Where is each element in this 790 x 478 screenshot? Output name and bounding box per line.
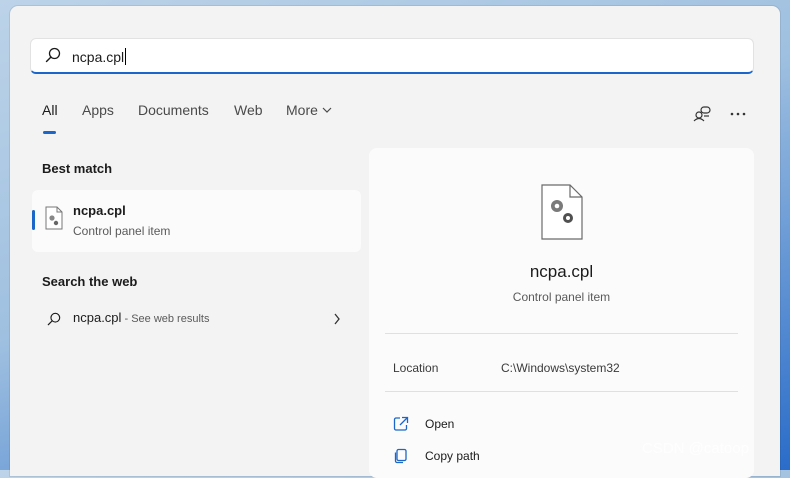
web-result-item[interactable]: ncpa.cpl - See web results (32, 299, 361, 339)
web-result-suffix: - See web results (121, 313, 210, 325)
selection-accent (32, 210, 35, 230)
start-search-panel: ncpa.cpl All Apps Documents Web More Bes… (10, 6, 780, 478)
search-icon (47, 312, 61, 326)
best-match-title: ncpa.cpl (73, 203, 126, 218)
chevron-down-icon (322, 107, 332, 113)
location-label: Location (393, 361, 439, 375)
text-caret (125, 48, 127, 65)
best-match-subtitle: Control panel item (73, 224, 171, 238)
search-input[interactable]: ncpa.cpl (72, 48, 127, 65)
filter-tabs: All Apps Documents Web More (10, 102, 780, 136)
active-tab-indicator (43, 131, 56, 134)
chevron-right-icon[interactable] (333, 312, 341, 326)
open-label: Open (425, 417, 455, 431)
watermark-text: CSDN @catoop (642, 440, 749, 457)
search-web-heading: Search the web (42, 274, 138, 289)
tab-all[interactable]: All (42, 102, 58, 118)
divider (385, 333, 738, 334)
control-panel-file-icon (45, 206, 63, 230)
control-panel-file-icon (541, 184, 583, 240)
divider (385, 391, 738, 392)
best-match-item[interactable]: ncpa.cpl Control panel item (32, 190, 361, 252)
copy-path-label: Copy path (425, 449, 480, 463)
open-external-icon (393, 416, 409, 431)
tab-documents[interactable]: Documents (138, 102, 209, 118)
web-result-query: ncpa.cpl (73, 310, 122, 325)
tab-more[interactable]: More (286, 102, 332, 118)
search-icon (45, 47, 61, 63)
tab-web[interactable]: Web (234, 102, 263, 118)
search-box[interactable]: ncpa.cpl (30, 38, 754, 74)
web-result-text: ncpa.cpl - See web results (73, 310, 209, 325)
copy-icon (394, 448, 407, 464)
detail-subtitle: Control panel item (512, 290, 611, 304)
switch-account-icon[interactable] (693, 106, 713, 122)
best-match-heading: Best match (42, 161, 113, 176)
detail-pane: ncpa.cpl Control panel item Location C:\… (369, 148, 754, 478)
more-options-icon[interactable] (728, 106, 748, 122)
tab-more-label: More (286, 102, 318, 118)
open-action[interactable]: Open (393, 414, 693, 440)
tab-apps[interactable]: Apps (82, 102, 114, 118)
location-value: C:\Windows\system32 (501, 361, 620, 375)
detail-title: ncpa.cpl (529, 262, 594, 281)
